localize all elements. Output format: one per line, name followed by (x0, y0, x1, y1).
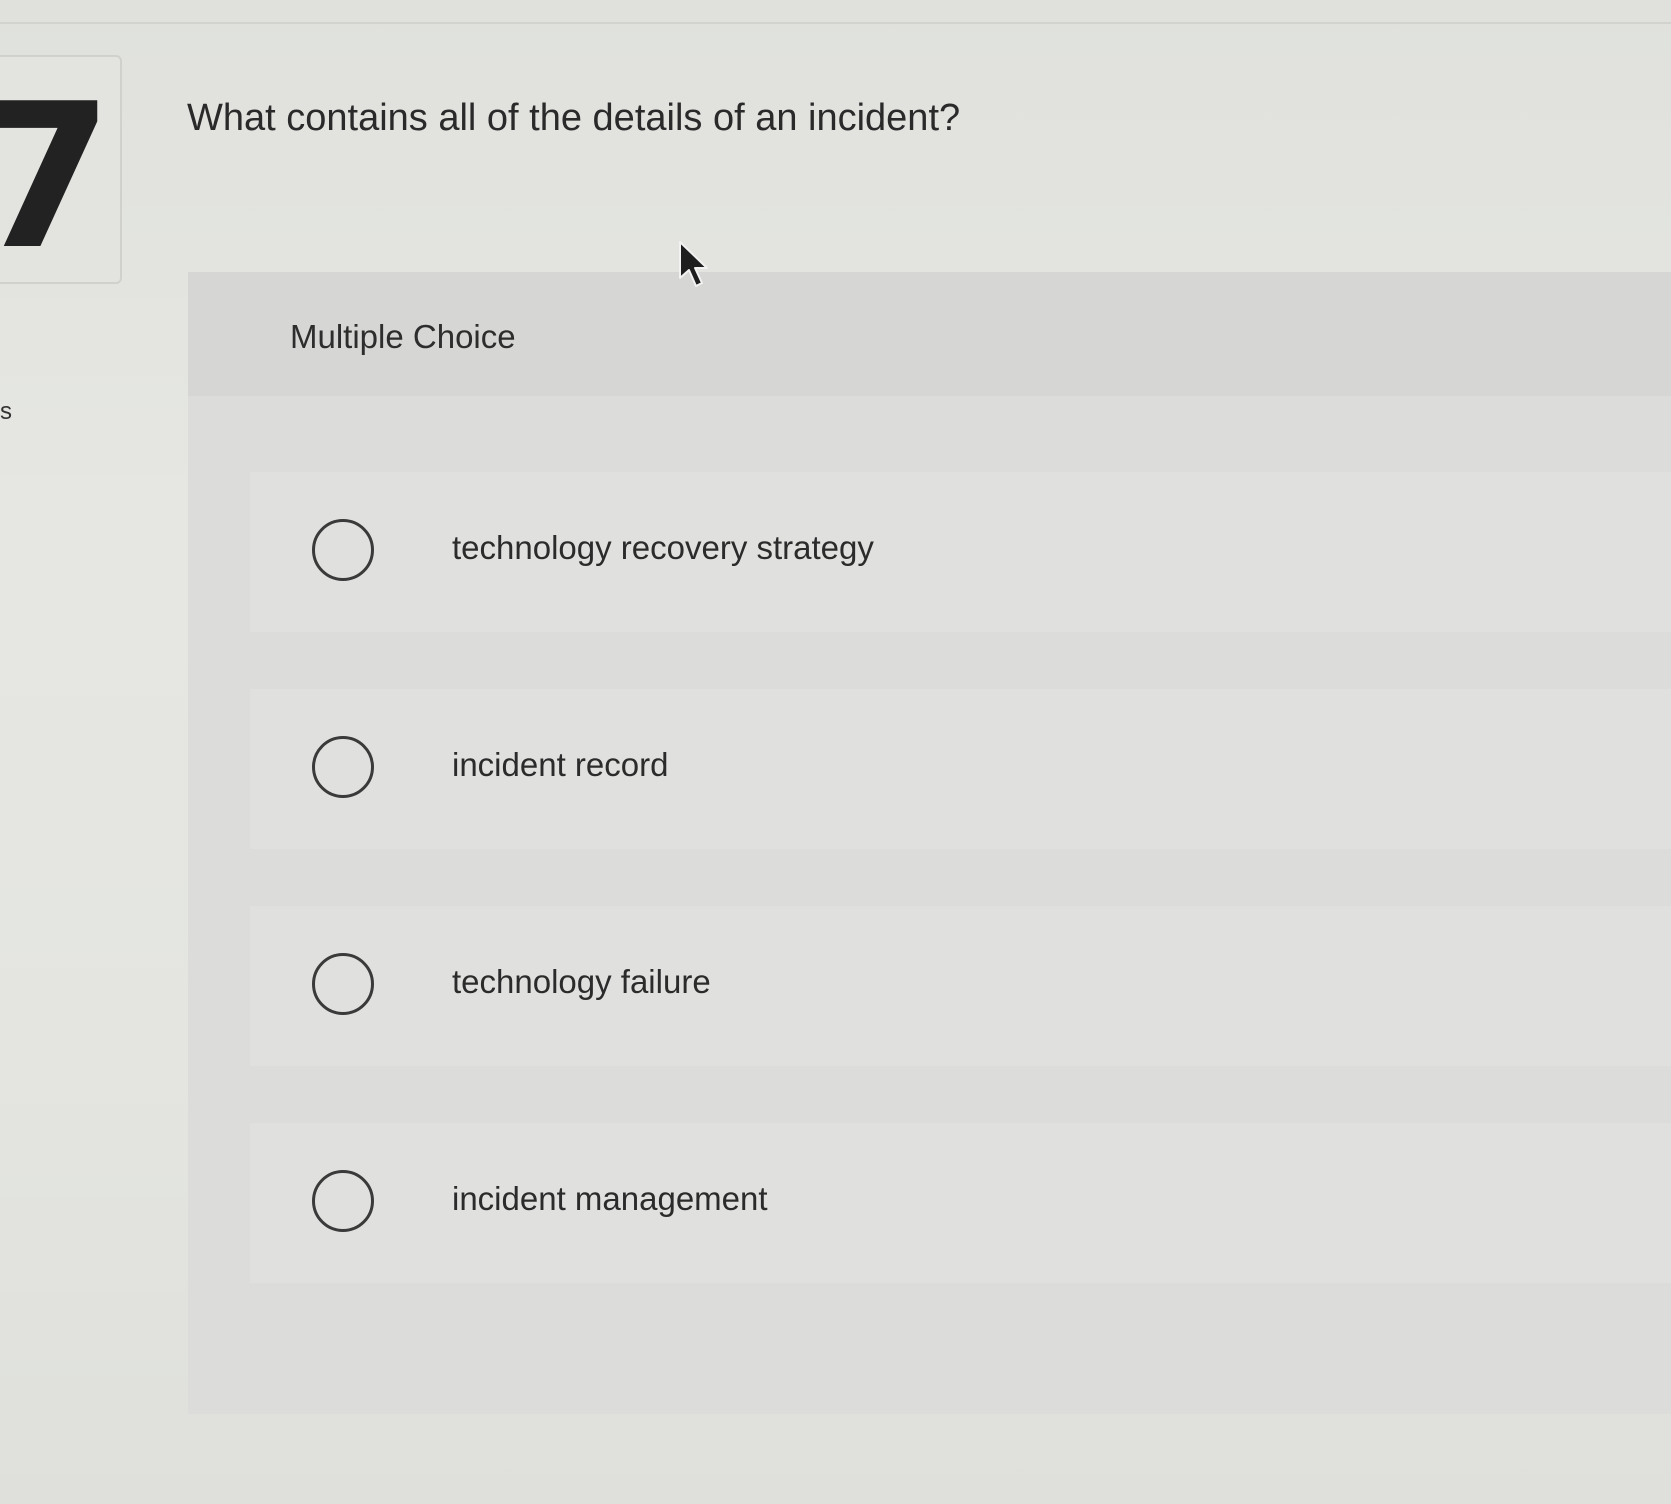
radio-button[interactable] (312, 953, 374, 1015)
answer-option-label: incident management (452, 1180, 768, 1217)
answer-option[interactable]: technology failure (250, 906, 1671, 1066)
question-type-label: Multiple Choice (290, 318, 516, 355)
question-prompt: What contains all of the details of an i… (187, 97, 961, 139)
answer-option[interactable]: technology recovery strategy (250, 472, 1671, 632)
quiz-screen: 7 s What contains all of the details of … (0, 0, 1671, 1504)
answer-option-label: incident record (452, 746, 669, 783)
answer-option-label: technology failure (452, 963, 711, 1000)
answer-option[interactable]: incident record (250, 689, 1671, 849)
mouse-pointer-icon (679, 241, 708, 287)
radio-button[interactable] (312, 736, 374, 798)
divider (0, 22, 1671, 24)
side-label-fragment: s (0, 398, 12, 425)
question-card: Multiple Choice technology recovery stra… (188, 272, 1671, 1414)
question-number: 7 (0, 61, 114, 294)
answer-options: technology recovery strategy incident re… (250, 472, 1671, 1340)
radio-button[interactable] (312, 1170, 374, 1232)
answer-option[interactable]: incident management (250, 1123, 1671, 1283)
answer-option-label: technology recovery strategy (452, 529, 874, 566)
radio-button[interactable] (312, 519, 374, 581)
card-header: Multiple Choice (188, 272, 1671, 396)
